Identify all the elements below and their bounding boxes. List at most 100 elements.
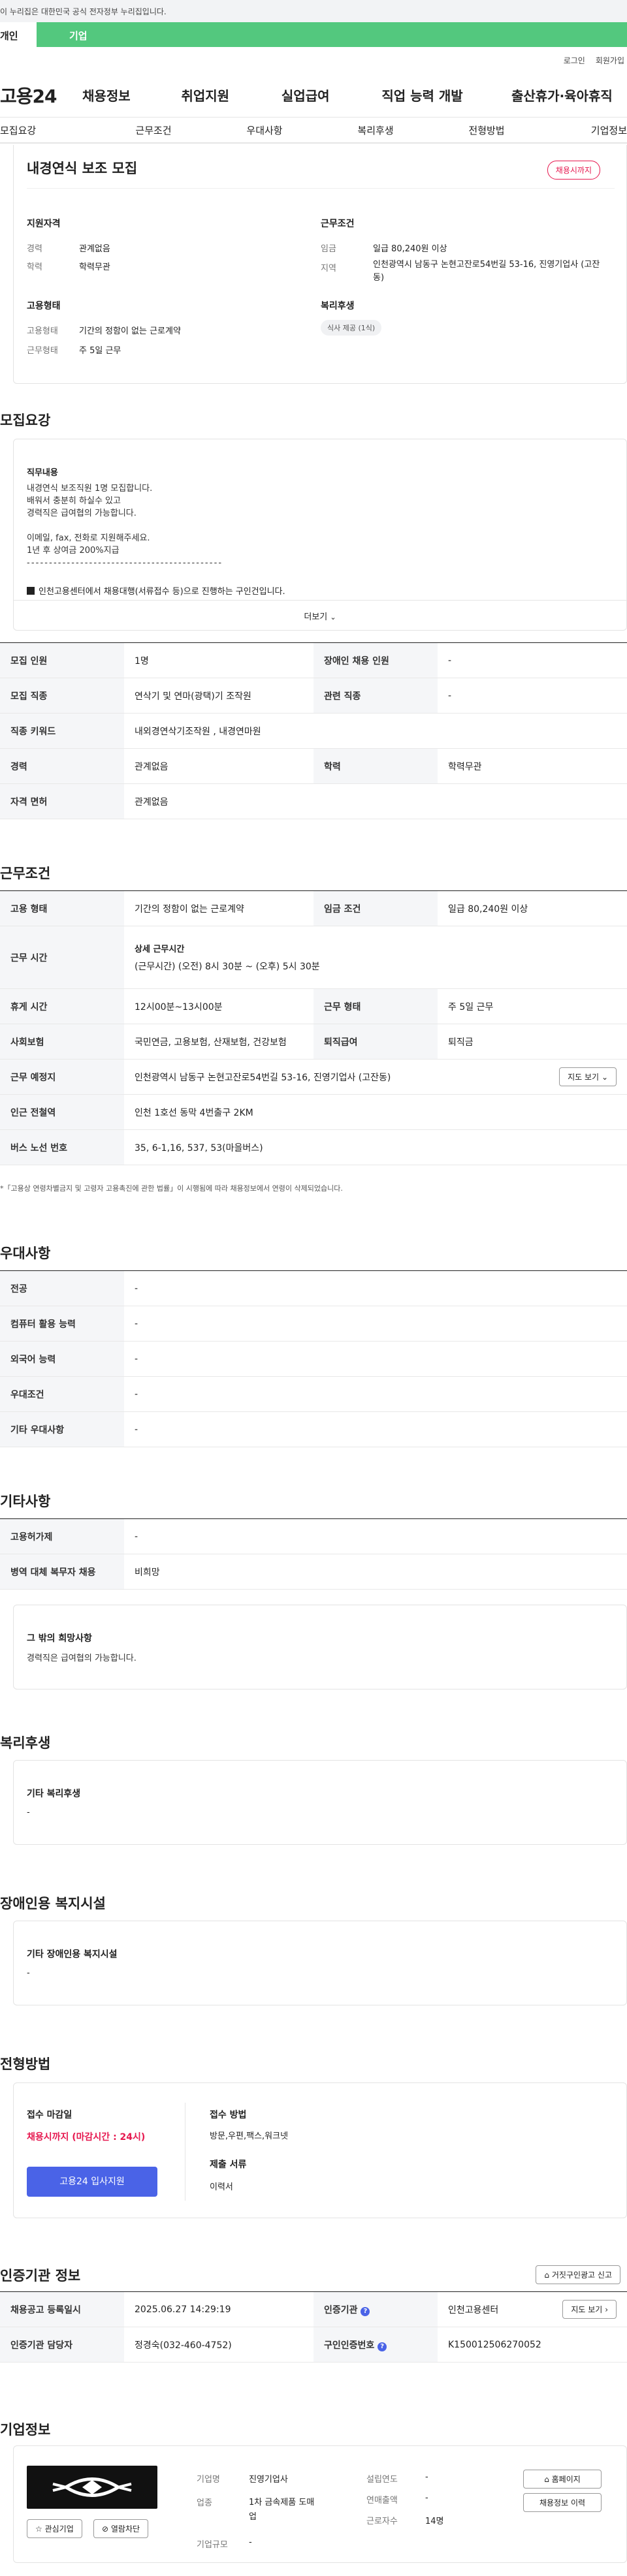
- wish-value: 경력직은 급여협의 가능합니다.: [27, 1654, 137, 1663]
- region-value: 인천광역시 남동구 논현고잔로54번길 53-16, 진영기업사 (고잔동): [373, 260, 600, 283]
- table-row: 근무 시간 상세 근무시간 (근무시간) (오전) 8시 30분 ~ (오후) …: [0, 926, 627, 989]
- table-row: 사회보험 국민연금, 고용보험, 산재보험, 건강보험 퇴직급여 퇴직금: [0, 1024, 627, 1060]
- staff-label: 근로자수: [366, 2517, 398, 2526]
- interest-label: 관심기업: [44, 2524, 74, 2534]
- table-label: 우대조건: [0, 1376, 124, 1412]
- qualification-heading: 지원자격: [27, 219, 61, 229]
- gov-banner-text: 이 누리집은 대한민국 공식 전자정부 누리집입니다.: [0, 7, 167, 16]
- duty-line: 배워서 충분히 하실수 있고: [27, 496, 121, 506]
- age-footnote: *「고용상 연령차별금지 및 고령자 고용촉진에 관한 법률」이 시행됨에 따라…: [0, 1184, 343, 1193]
- table-label: 사회보험: [0, 1024, 124, 1060]
- table-label: 인증기관 ?: [314, 2291, 438, 2327]
- table-value: 퇴직금: [438, 1024, 627, 1060]
- gnb-item-jobs[interactable]: 채용정보: [82, 86, 181, 104]
- company-logo-mark: [52, 2477, 132, 2497]
- duty-heading: 직무내용: [27, 468, 58, 478]
- docs-heading: 제출 서류: [210, 2160, 247, 2170]
- table-value: 35, 6-1,16, 537, 53(마을버스): [124, 1129, 627, 1165]
- home-icon: ⌂: [544, 2475, 549, 2484]
- table-value: 학력무관: [438, 748, 627, 784]
- table-label: 기타 우대사항: [0, 1411, 124, 1447]
- table-label: 자격 면허: [0, 783, 124, 819]
- table-value: -: [124, 1411, 627, 1447]
- founded-value: -: [425, 2472, 428, 2482]
- recruit-heading: 모집요강: [0, 413, 51, 428]
- table-label: 채용공고 등록일시: [0, 2291, 124, 2327]
- industry-value: 1차 금속제품 도매업: [249, 2498, 315, 2522]
- utility-links: 로그인 회원가입: [0, 47, 627, 73]
- table-label: 외국어 능력: [0, 1341, 124, 1377]
- recruit-history-button[interactable]: 채용정보 이력: [523, 2493, 602, 2512]
- table-value: 비희망: [124, 1554, 627, 1590]
- table-label: 인근 전철역: [0, 1094, 124, 1130]
- report-fake-ad-button[interactable]: ⌂ 거짓구인광고 신고: [536, 2265, 620, 2284]
- table-label: 구인인증번호 ?: [314, 2327, 438, 2363]
- table-value: 기간의 정함이 없는 근로계약: [124, 890, 314, 926]
- org-label: 인증기관: [324, 2304, 358, 2316]
- duty-line: 경력직은 급여협의 가능합니다.: [27, 509, 137, 518]
- table-label: 퇴직급여: [314, 1024, 438, 1060]
- block-view-button[interactable]: ⊘ 열람차단: [93, 2519, 149, 2538]
- table-row: 고용 형태 기간의 정함이 없는 근로계약 임금 조건 일급 80,240원 이…: [0, 890, 627, 926]
- employment-type-label: 고용형태: [27, 326, 58, 336]
- cert-number-label: 구인인증번호: [324, 2340, 375, 2351]
- anchor-recruit[interactable]: 모집요강: [0, 123, 98, 137]
- gnb-item-unemployment-benefit[interactable]: 실업급여: [281, 86, 381, 104]
- anchor-selection[interactable]: 전형방법: [431, 123, 542, 137]
- table-value: 인천광역시 남동구 논현고잔로54번길 53-16, 진영기업사 (고잔동) 지…: [124, 1059, 627, 1095]
- gnb-item-skill-development[interactable]: 직업 능력 개발: [381, 86, 511, 104]
- founded-label: 설립연도: [366, 2475, 398, 2485]
- table-label: 컴퓨터 활용 능력: [0, 1306, 124, 1342]
- table-value: -: [124, 1518, 627, 1554]
- agency-map-label: 지도 보기: [571, 2305, 603, 2314]
- table-label: 모집 인원: [0, 642, 124, 678]
- table-row: 외국어 능력 -: [0, 1341, 627, 1377]
- table-row: 병역 대체 복무자 채용 비희망: [0, 1554, 627, 1590]
- agency-heading: 인증기관 정보: [0, 2268, 81, 2284]
- table-label: 경력: [0, 748, 124, 784]
- anchor-preference[interactable]: 우대사항: [209, 123, 320, 137]
- anchor-company[interactable]: 기업정보: [542, 123, 627, 137]
- education-value: 학력무관: [79, 262, 110, 272]
- report-button-label: 거짓구인광고 신고: [551, 2270, 612, 2280]
- tab-personal[interactable]: 개인: [0, 22, 37, 47]
- sales-value: -: [425, 2493, 428, 2503]
- table-label: 장애인 채용 인원: [314, 642, 438, 678]
- info-icon[interactable]: ?: [361, 2306, 370, 2316]
- anchor-conditions[interactable]: 근무조건: [98, 123, 209, 137]
- agency-map-button[interactable]: 지도 보기 ›: [562, 2300, 617, 2319]
- more-button[interactable]: 더보기 ⌄: [14, 600, 626, 630]
- staff-value: 14명: [425, 2517, 444, 2526]
- table-row: 직종 키워드 내외경연삭기조작원 , 내경연마원: [0, 713, 627, 749]
- homepage-label: 홈페이지: [551, 2475, 581, 2484]
- anchor-welfare[interactable]: 복리후생: [320, 123, 431, 137]
- table-value: -: [438, 642, 627, 678]
- tab-corporate[interactable]: 기업: [37, 22, 88, 47]
- disabled-card: 기타 장애인용 복지시설 -: [13, 1921, 627, 2005]
- table-label: 모집 직종: [0, 678, 124, 714]
- table-label: 근무 예정지: [0, 1059, 124, 1095]
- table-value: 관계없음: [124, 783, 627, 819]
- apply-button[interactable]: 고용24 입사지원: [27, 2167, 157, 2197]
- education-label: 학력: [27, 262, 42, 272]
- table-value: 12시00분~13시00분: [124, 988, 314, 1024]
- homepage-button[interactable]: ⌂ 홈페이지: [523, 2470, 602, 2489]
- job-title: 내경연식 보조 모집: [27, 161, 138, 176]
- gnb-item-employment-support[interactable]: 취업지원: [181, 86, 281, 104]
- table-row: 근무 예정지 인천광역시 남동구 논현고잔로54번길 53-16, 진영기업사 …: [0, 1059, 627, 1095]
- site-logo[interactable]: 고용24: [0, 82, 77, 108]
- star-icon: ☆: [35, 2524, 42, 2534]
- company-logo: [27, 2466, 157, 2509]
- preference-table: 전공 - 컴퓨터 활용 능력 - 외국어 능력 - 우대조건 - 기타 우대사항 -: [0, 1270, 627, 1447]
- table-value: 인천고용센터 지도 보기 ›: [438, 2291, 627, 2327]
- map-button-label: 지도 보기: [568, 1073, 600, 1082]
- info-icon[interactable]: ?: [378, 2342, 387, 2351]
- gnb-item-parental-leave[interactable]: 출산휴가·육아휴직: [511, 86, 627, 104]
- workplace-map-button[interactable]: 지도 보기 ⌄: [559, 1067, 617, 1086]
- selection-heading: 전형방법: [0, 2056, 51, 2072]
- section-anchor-nav: 모집요강 근무조건 우대사항 복리후생 전형방법 기업정보: [0, 118, 627, 144]
- table-row: 휴게 시간 12시00분~13시00분 근무 형태 주 5일 근무: [0, 988, 627, 1024]
- login-link[interactable]: 로그인: [564, 55, 585, 73]
- interest-company-button[interactable]: ☆ 관심기업: [27, 2519, 82, 2538]
- join-link[interactable]: 회원가입: [596, 55, 624, 73]
